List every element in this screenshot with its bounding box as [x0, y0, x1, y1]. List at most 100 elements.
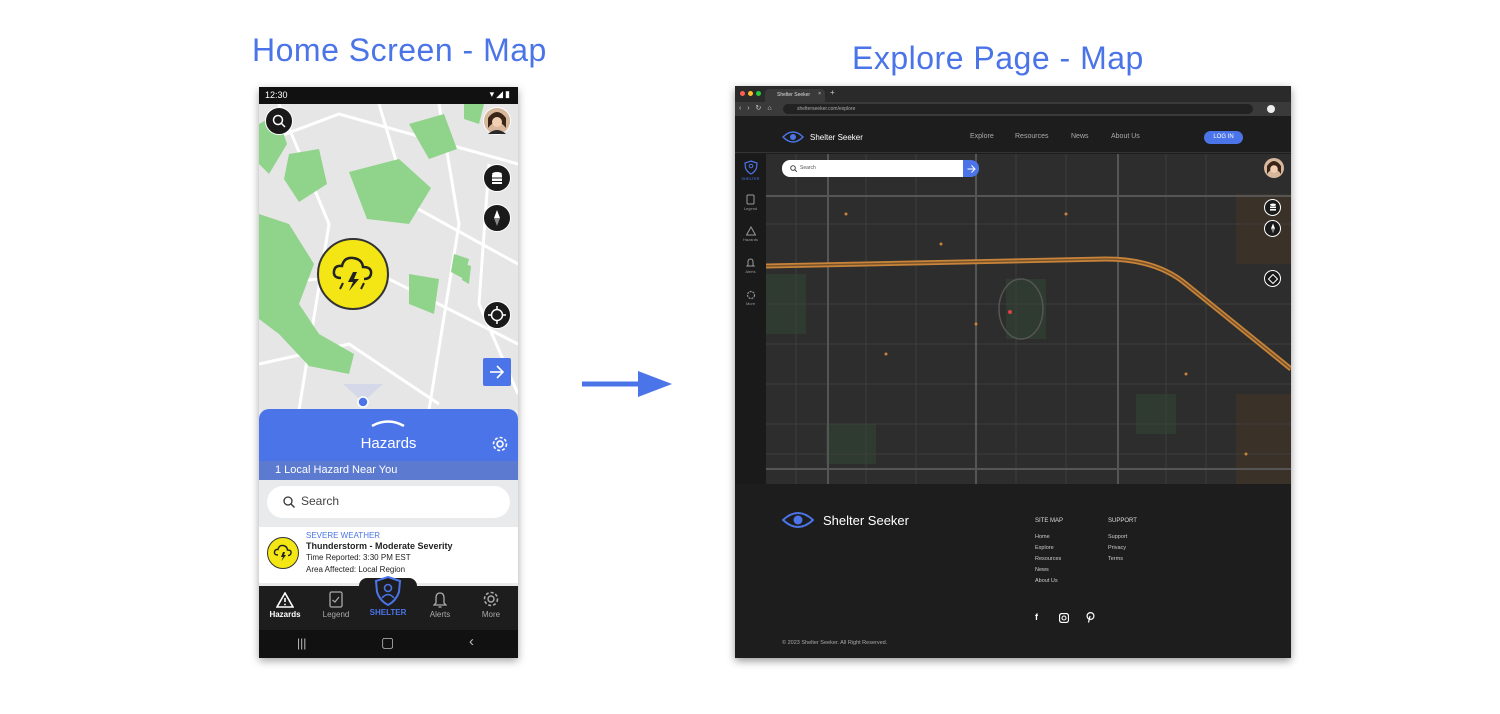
- facebook-icon[interactable]: f: [1035, 612, 1038, 622]
- browser-toolbar: ‹ › ↻ ⌂ shelterseeker.com/explore: [735, 102, 1291, 116]
- side-rail: SHELTER Legend Hazards Alerts More: [735, 154, 766, 484]
- rail-more[interactable]: More: [735, 290, 766, 306]
- legend-icon: [329, 591, 343, 608]
- nav-legend[interactable]: Legend: [310, 586, 362, 630]
- layers-database-icon: [1269, 203, 1276, 211]
- settings-gear-icon[interactable]: [491, 435, 509, 453]
- brand-name[interactable]: Shelter Seeker: [810, 133, 863, 142]
- nav-hazards[interactable]: Hazards: [259, 586, 311, 630]
- search-placeholder: Search: [301, 494, 340, 508]
- nav-more[interactable]: More: [465, 586, 517, 630]
- map-search-input[interactable]: Search: [782, 160, 963, 177]
- compass-icon: [1270, 223, 1275, 234]
- site-footer: Shelter Seeker SITE MAP Home Explore Res…: [735, 484, 1291, 658]
- footer-link-home[interactable]: Home: [1035, 534, 1050, 540]
- footer-link-support[interactable]: Support: [1108, 534, 1127, 540]
- browser-window: Shelter Seeker × + ‹ › ↻ ⌂ shelterseeker…: [735, 86, 1291, 658]
- hazard-time: Time Reported: 3:30 PM EST: [306, 553, 411, 562]
- thunderstorm-hazard-marker[interactable]: [317, 238, 389, 310]
- directions-button[interactable]: [483, 358, 511, 386]
- avatar-icon: [1267, 161, 1281, 174]
- nav-controls-icon[interactable]: ‹ › ↻ ⌂: [739, 104, 774, 112]
- new-tab-icon[interactable]: +: [830, 88, 835, 97]
- back-icon[interactable]: ‹: [469, 633, 474, 650]
- rail-shelter[interactable]: SHELTER: [735, 160, 766, 181]
- locate-me-button[interactable]: [1264, 270, 1281, 287]
- rail-legend[interactable]: Legend: [735, 194, 766, 211]
- phone-screen: 12:30 ▾◢▮ Hazards 1 Local Hazard Near Yo…: [259, 87, 518, 658]
- map-search-button[interactable]: [265, 107, 293, 135]
- instagram-icon[interactable]: [1059, 613, 1069, 623]
- hazard-title: Thunderstorm - Moderate Severity: [306, 541, 453, 551]
- map-search-placeholder: Search: [800, 165, 816, 171]
- local-hazard-count: 1 Local Hazard Near You: [259, 461, 518, 480]
- maximize-window-icon[interactable]: [756, 91, 761, 96]
- crosshair-icon: [488, 306, 506, 324]
- footer-brand-name[interactable]: Shelter Seeker: [823, 513, 909, 528]
- home-icon[interactable]: ▢: [381, 634, 394, 651]
- rail-legend-label: Legend: [743, 206, 758, 211]
- login-button[interactable]: LOG IN: [1204, 131, 1243, 144]
- hazards-panel-title: Hazards: [360, 435, 417, 452]
- layers-button[interactable]: [483, 164, 511, 192]
- nav-shelter[interactable]: SHELTER: [362, 576, 414, 630]
- address-bar[interactable]: shelterseeker.com/explore: [783, 104, 1253, 114]
- hazard-category: SEVERE WEATHER: [306, 531, 381, 540]
- nav-resources[interactable]: Resources: [1015, 133, 1048, 140]
- copyright-text: © 2023 Shelter Seeker. All Right Reserve…: [782, 640, 888, 646]
- shelter-shield-icon: [374, 576, 402, 606]
- tab-title: Shelter Seeker: [777, 92, 811, 98]
- map-background: [766, 154, 1291, 484]
- avatar-icon: [484, 108, 510, 134]
- nav-news[interactable]: News: [1071, 133, 1089, 140]
- hazard-search-input[interactable]: Search: [267, 486, 510, 518]
- drag-handle-icon[interactable]: [371, 419, 405, 427]
- gear-icon: [746, 290, 755, 300]
- rail-hazards-label: Hazards: [743, 237, 758, 242]
- minimize-window-icon[interactable]: [748, 91, 753, 96]
- nav-alerts-label: Alerts: [429, 610, 451, 619]
- map-search-submit-button[interactable]: [963, 160, 979, 177]
- nav-explore[interactable]: Explore: [970, 133, 994, 140]
- footer-link-resources[interactable]: Resources: [1035, 556, 1061, 562]
- locate-me-button[interactable]: [483, 301, 511, 329]
- bottom-nav: Hazards Legend SHELTER Alerts More: [259, 576, 518, 630]
- user-location-icon: [343, 384, 383, 408]
- hazard-list-item[interactable]: SEVERE WEATHER Thunderstorm - Moderate S…: [259, 527, 518, 583]
- compass-button[interactable]: [483, 204, 511, 232]
- rail-alerts-label: Alerts: [745, 269, 756, 274]
- explore-map[interactable]: Search: [766, 154, 1291, 484]
- hazards-panel-header[interactable]: Hazards: [259, 409, 518, 461]
- status-icons: ▾◢▮: [489, 89, 512, 99]
- phone-map[interactable]: [259, 104, 518, 410]
- rail-hazards[interactable]: Hazards: [735, 225, 766, 242]
- avatar[interactable]: [1264, 158, 1284, 178]
- legend-icon: [746, 194, 755, 205]
- tab-close-icon[interactable]: ×: [818, 91, 821, 97]
- footer-link-about-us[interactable]: About Us: [1035, 578, 1058, 584]
- profile-icon[interactable]: [1267, 105, 1275, 113]
- close-window-icon[interactable]: [740, 91, 745, 96]
- crosshair-icon: [1267, 273, 1278, 284]
- nav-about-us[interactable]: About Us: [1111, 133, 1140, 140]
- browser-tab[interactable]: Shelter Seeker ×: [765, 89, 825, 102]
- avatar[interactable]: [483, 107, 511, 135]
- layers-button[interactable]: [1264, 199, 1281, 216]
- warning-icon: [745, 225, 756, 236]
- rail-alerts[interactable]: Alerts: [735, 258, 766, 274]
- pinterest-icon[interactable]: [1086, 612, 1095, 623]
- nav-more-label: More: [481, 610, 501, 619]
- recents-icon[interactable]: |||: [297, 636, 306, 650]
- sitemap-heading: SITE MAP: [1035, 518, 1064, 524]
- nav-hazards-label: Hazards: [269, 610, 301, 619]
- compass-icon: [494, 210, 500, 226]
- thunderstorm-icon: [332, 256, 373, 291]
- footer-link-terms[interactable]: Terms: [1108, 556, 1123, 562]
- home-screen-heading: Home Screen - Map: [252, 32, 547, 68]
- nav-alerts[interactable]: Alerts: [414, 586, 466, 630]
- url-text: shelterseeker.com/explore: [797, 106, 856, 112]
- compass-button[interactable]: [1264, 220, 1281, 237]
- footer-link-news[interactable]: News: [1035, 567, 1049, 573]
- footer-link-explore[interactable]: Explore: [1035, 545, 1054, 551]
- footer-link-privacy[interactable]: Privacy: [1108, 545, 1126, 551]
